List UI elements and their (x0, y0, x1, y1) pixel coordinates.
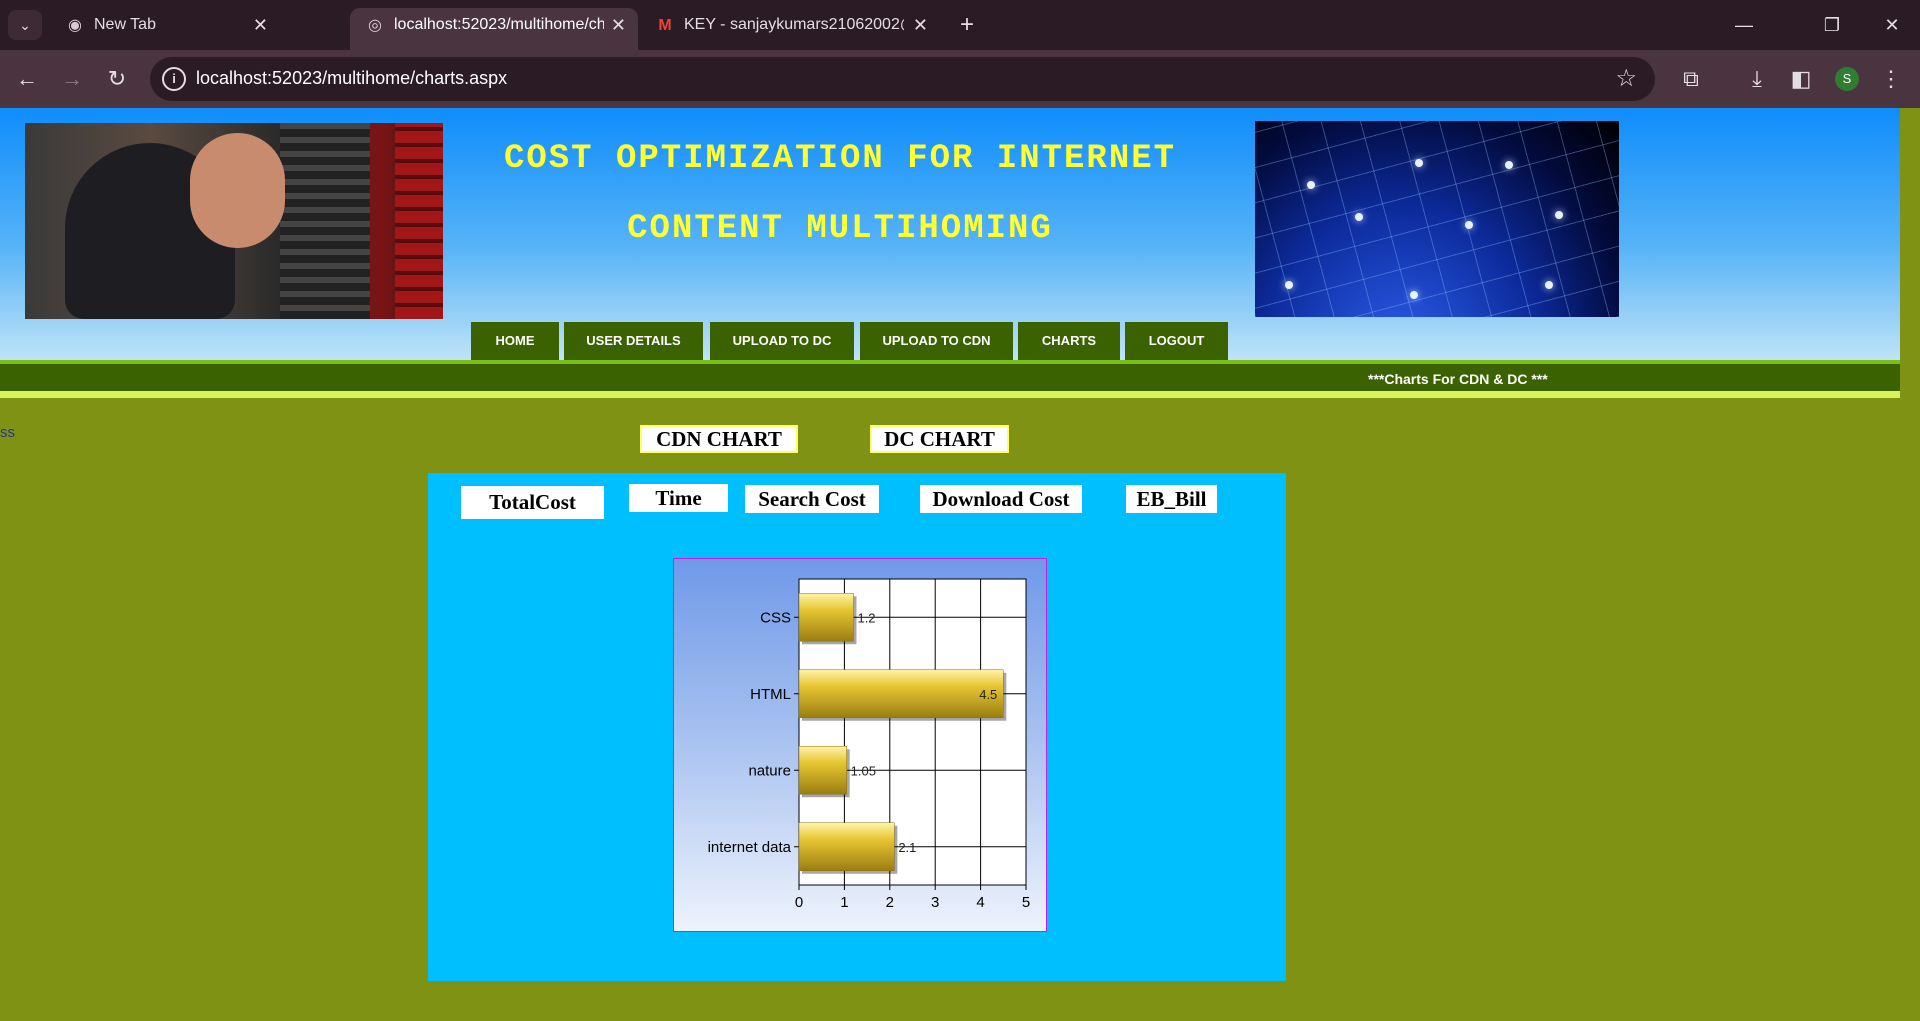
category-label: CSS (760, 609, 791, 626)
browser-tab-new-tab[interactable]: ◉ New Tab ✕ (50, 8, 280, 50)
minimize-icon[interactable]: — (1722, 8, 1766, 42)
window-close-icon[interactable]: ✕ (1870, 8, 1914, 42)
restore-icon[interactable]: ❐ (1810, 8, 1854, 42)
browser-tab-strip: ⌄ ◉ New Tab ✕ ◎ localhost:52023/multihom… (0, 0, 1920, 50)
search-cost-button[interactable]: Search Cost (745, 485, 879, 513)
value-label: 4.5 (979, 687, 997, 702)
tab-title: KEY - sanjaykumars21062002@ (684, 16, 904, 33)
category-label: HTML (750, 686, 791, 703)
nav-home[interactable]: HOME (471, 322, 559, 360)
x-tick-label: 2 (886, 894, 894, 911)
browser-toolbar: ← → ↻ i localhost:52023/multihome/charts… (0, 50, 1920, 108)
reload-icon[interactable]: ↻ (100, 62, 134, 96)
close-icon[interactable]: ✕ (253, 8, 268, 42)
value-label: 1.2 (857, 610, 875, 625)
web-page: COST OPTIMIZATION FOR INTERNET CONTENT M… (0, 108, 1900, 1001)
value-label: 2.1 (898, 840, 916, 855)
download-cost-button[interactable]: Download Cost (920, 485, 1082, 513)
browser-tab-charts[interactable]: ◎ localhost:52023/multihome/cha ✕ (350, 8, 638, 50)
marquee-text: ***Charts For CDN & DC *** (1368, 371, 1548, 387)
category-label: nature (748, 762, 791, 779)
bar-chart: 0 1 2 3 4 5 CSS 1.2 HTML 4.5 nature 1.05 internet da… (673, 558, 1047, 932)
totalcost-button[interactable]: TotalCost (461, 486, 604, 519)
nav-upload-to-dc[interactable]: UPLOAD TO DC (710, 322, 854, 360)
close-icon[interactable]: ✕ (611, 8, 626, 42)
category-label: internet data (708, 839, 792, 856)
bar (798, 746, 847, 795)
tab-title: New Tab (94, 16, 156, 33)
bar (798, 593, 854, 642)
site-header: COST OPTIMIZATION FOR INTERNET CONTENT M… (0, 108, 1900, 360)
close-icon[interactable]: ✕ (913, 8, 928, 42)
x-tick-label: 3 (931, 894, 939, 911)
new-tab-button[interactable]: + (950, 8, 984, 42)
browser-tab-gmail[interactable]: M KEY - sanjaykumars21062002@ ✕ (640, 8, 940, 50)
tab-search-button[interactable]: ⌄ (8, 10, 42, 40)
chrome-icon: ◉ (68, 17, 82, 34)
x-tick-label: 1 (840, 894, 848, 911)
forward-icon[interactable]: → (55, 62, 89, 96)
tab-title: localhost:52023/multihome/cha (394, 16, 604, 33)
nav-upload-to-cdn[interactable]: UPLOAD TO CDN (860, 322, 1013, 360)
dc-chart-button[interactable]: DC CHART (870, 425, 1009, 453)
bar (798, 669, 1004, 718)
nav-user-details[interactable]: USER DETAILS (564, 322, 703, 360)
menu-kebab-icon[interactable]: ⋮ (1875, 63, 1907, 95)
x-tick-label: 4 (976, 894, 984, 911)
extensions-icon[interactable]: ⧉ (1675, 63, 1707, 95)
back-icon[interactable]: ← (10, 62, 44, 96)
divider (0, 391, 1900, 398)
time-button[interactable]: Time (629, 484, 728, 512)
side-panel-icon[interactable]: ◧ (1785, 63, 1817, 95)
url-text[interactable]: localhost:52023/multihome/charts.aspx (196, 68, 507, 89)
cdn-chart-button[interactable]: CDN CHART (640, 425, 798, 453)
bookmark-star-icon[interactable]: ☆ (1615, 64, 1637, 93)
stray-text: ss (0, 424, 15, 441)
value-label: 1.05 (851, 763, 876, 778)
eb-bill-button[interactable]: EB_Bill (1126, 485, 1217, 513)
x-tick-label: 0 (795, 894, 803, 911)
globe-icon: ◎ (368, 17, 382, 34)
site-info-icon[interactable]: i (162, 67, 186, 91)
bar (798, 822, 895, 871)
profile-avatar[interactable]: S (1835, 67, 1859, 91)
address-bar[interactable]: i localhost:52023/multihome/charts.aspx … (150, 57, 1655, 101)
download-icon[interactable]: ⤓ (1741, 63, 1773, 95)
bar-chart-svg: 0 1 2 3 4 5 CSS 1.2 HTML 4.5 nature 1.05 internet da… (708, 578, 1030, 911)
chart-panel: TotalCost Time Search Cost Download Cost… (428, 473, 1286, 981)
gmail-icon: M (658, 17, 672, 34)
chevron-down-icon: ⌄ (19, 17, 31, 33)
x-tick-label: 5 (1022, 894, 1030, 911)
globe-network-photo (1255, 121, 1619, 317)
nav-charts[interactable]: CHARTS (1018, 322, 1120, 360)
nav-logout[interactable]: LOGOUT (1125, 322, 1228, 360)
